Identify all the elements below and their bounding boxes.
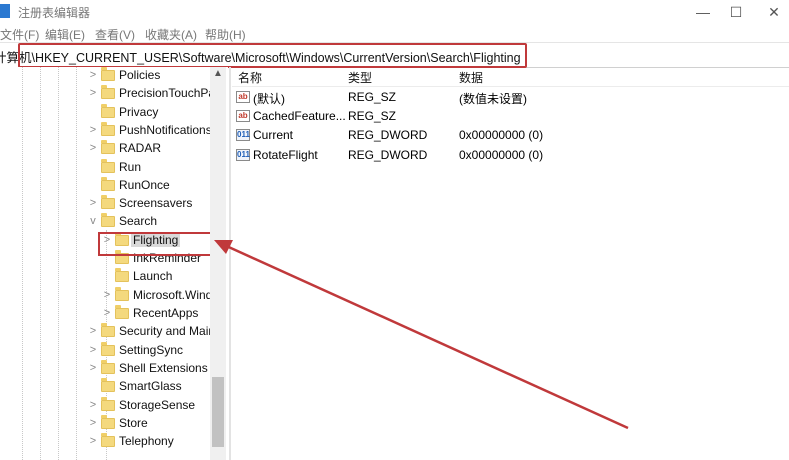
folder-icon [101,433,115,447]
expand-chevron-icon[interactable]: > [88,417,98,429]
tree-item-label: PrecisionTouchPa [119,86,216,100]
folder-icon [101,415,115,429]
tree-item-label: Search [119,214,158,228]
folder-icon [101,140,115,154]
folder-icon [101,342,115,356]
column-header-data[interactable]: 数据 [459,69,483,86]
pane-splitter[interactable] [229,67,231,460]
address-highlight-box [18,43,527,68]
folder-icon [101,122,115,136]
value-data: (数值未设置) [459,92,527,106]
tree-item-label: Launch [133,269,173,283]
values-list: 名称 类型 数据 ab (默认) REG_SZ (数值未设置) ab Cache… [232,67,789,460]
tree-guide-line [40,67,41,460]
expand-chevron-icon[interactable]: > [88,325,98,337]
tree-guide-line [76,67,77,460]
tree-item-label: Screensavers [119,196,193,210]
tree-item-label: Run [119,160,142,174]
expand-chevron-icon[interactable]: > [88,197,98,209]
menu-favorites[interactable]: 收藏夹(A) [145,26,197,43]
folder-icon [101,104,115,118]
tree-item-label: Policies [119,68,161,82]
value-name: (默认) [253,92,285,106]
folder-icon [101,397,115,411]
tree-item-label: SmartGlass [119,379,182,393]
dword-value-icon: 011 [236,129,250,141]
window-title: 注册表编辑器 [18,6,91,20]
folder-icon [115,287,129,301]
folder-icon [101,85,115,99]
expand-chevron-icon[interactable]: > [88,87,98,99]
value-name: Current [253,128,294,142]
tree-item-label: Store [119,416,148,430]
expand-chevron-icon[interactable]: > [88,69,98,81]
value-data: 0x00000000 (0) [459,128,544,142]
expand-chevron-icon[interactable]: > [88,435,98,447]
title-bar: 注册表编辑器 — ☐ ✕ [0,0,789,24]
tree-item-label: RADAR [119,141,162,155]
minimize-button[interactable]: — [687,2,719,22]
expand-chevron-icon[interactable]: > [88,399,98,411]
column-header-name[interactable]: 名称 [238,69,262,86]
maximize-button[interactable]: ☐ [720,2,752,22]
menu-edit[interactable]: 编辑(E) [45,26,85,43]
value-row-default[interactable]: ab (默认) REG_SZ (数值未设置) [232,88,789,107]
string-value-icon: ab [236,110,250,122]
close-button[interactable]: ✕ [758,2,789,22]
menu-help[interactable]: 帮助(H) [205,26,246,43]
value-row-rotateflight[interactable]: 011 RotateFlight REG_DWORD 0x00000000 (0… [232,146,789,165]
collapse-chevron-icon[interactable]: v [88,215,98,227]
folder-icon [115,305,129,319]
scrollbar-thumb[interactable] [212,377,224,447]
folder-icon [101,177,115,191]
dword-value-icon: 011 [236,149,250,161]
value-row-current[interactable]: 011 Current REG_DWORD 0x00000000 (0) [232,126,789,145]
menu-file[interactable]: 文件(F) [0,26,39,43]
tree-item-label: RecentApps [133,306,199,320]
folder-icon [101,67,115,81]
value-type: REG_SZ [348,90,397,104]
tree-guide-line [22,67,23,460]
folder-icon [101,213,115,227]
expand-chevron-icon[interactable]: > [102,289,112,301]
value-name: RotateFlight [253,148,318,162]
value-row-cachedfeature[interactable]: ab CachedFeature... REG_SZ [232,107,789,126]
tree-item-label: Telephony [119,434,174,448]
expand-chevron-icon[interactable]: > [88,362,98,374]
value-type: REG_SZ [348,109,397,123]
value-data: 0x00000000 (0) [459,148,544,162]
tree-item-label: PushNotifications [119,123,212,137]
tree-item-label: StorageSense [119,398,196,412]
expand-chevron-icon[interactable]: > [88,124,98,136]
folder-icon [101,195,115,209]
tree-item-label: Privacy [119,105,159,119]
expand-chevron-icon[interactable]: > [88,142,98,154]
folder-icon [101,378,115,392]
tree-item-label: SettingSync [119,343,184,357]
tree-item-label: Security and Main [119,324,216,338]
expand-chevron-icon[interactable]: > [102,307,112,319]
string-value-icon: ab [236,91,250,103]
value-type: REG_DWORD [348,148,428,162]
tree-scrollbar[interactable]: ▲ [210,67,226,460]
key-tree: > Policies > PrecisionTouchPa Privacy > … [0,67,228,460]
menu-bar: 文件(F) 编辑(E) 查看(V) 收藏夹(A) 帮助(H) [0,24,789,42]
tree-item-label: RunOnce [119,178,170,192]
tree-guide-line [58,67,59,460]
menu-view[interactable]: 查看(V) [95,26,135,43]
folder-icon [101,159,115,173]
column-header-type[interactable]: 类型 [348,69,372,86]
folder-icon [101,360,115,374]
tree-item-label: Microsoft.Wind [133,288,213,302]
scroll-up-arrow-icon[interactable]: ▲ [210,67,226,81]
folder-icon [101,323,115,337]
expand-chevron-icon[interactable]: > [88,344,98,356]
registry-editor-icon [0,4,10,18]
value-name: CachedFeature... [253,109,346,123]
folder-icon [115,268,129,282]
flighting-highlight-box [98,232,215,256]
tree-item-label: Shell Extensions [119,361,208,375]
value-type: REG_DWORD [348,128,428,142]
header-divider [232,86,789,87]
